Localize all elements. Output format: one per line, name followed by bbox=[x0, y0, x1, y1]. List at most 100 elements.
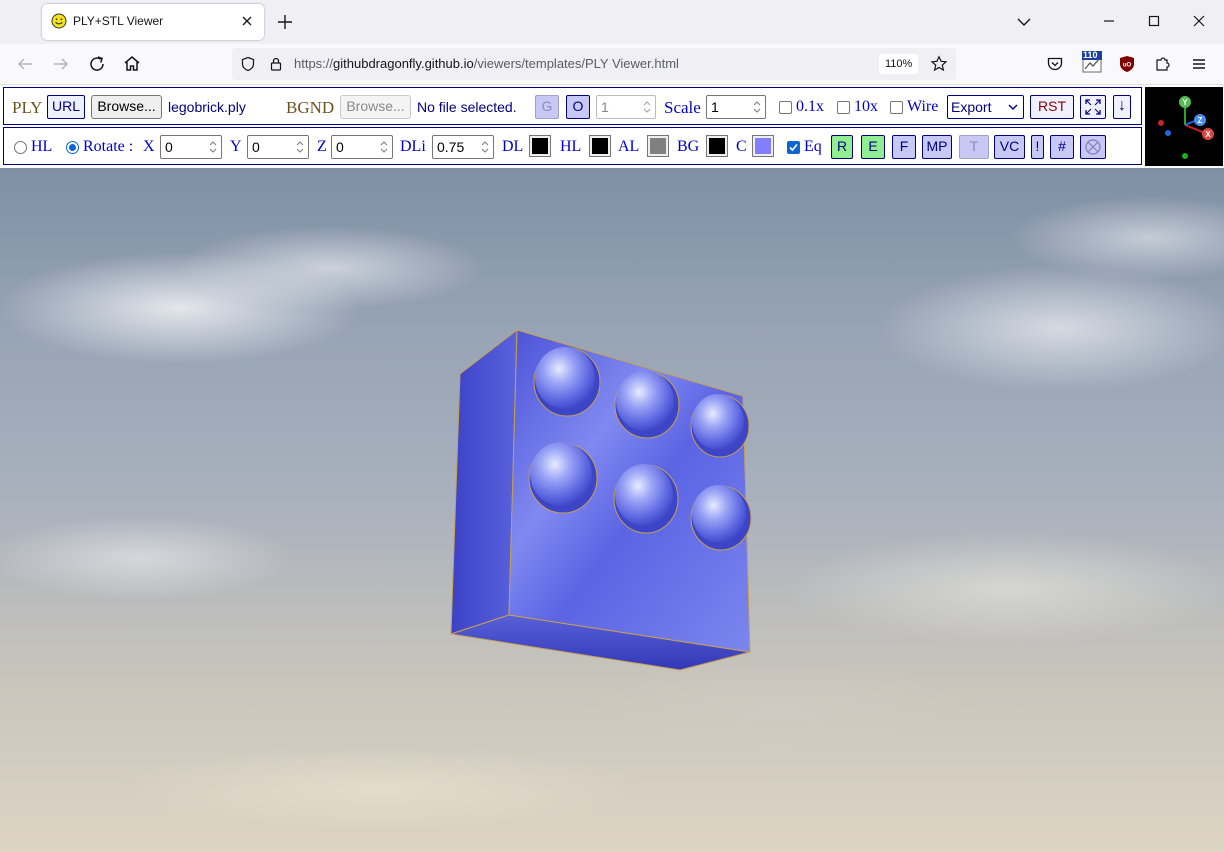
spinner-arrows-icon[interactable] bbox=[480, 139, 490, 155]
bookmark-star-icon[interactable] bbox=[930, 55, 948, 73]
window-close-icon[interactable] bbox=[1190, 12, 1208, 30]
exclamation-button[interactable]: ! bbox=[1031, 135, 1044, 159]
g-button[interactable]: G bbox=[535, 95, 559, 119]
home-icon[interactable] bbox=[120, 52, 144, 76]
spinner-arrows-icon[interactable] bbox=[642, 99, 652, 115]
extension-counter-icon[interactable]: 110 bbox=[1082, 50, 1102, 73]
hl-color-fill bbox=[592, 138, 608, 154]
rotate-y-value: 0 bbox=[252, 139, 260, 155]
model-color-picker[interactable] bbox=[752, 135, 774, 157]
3d-viewport-canvas[interactable] bbox=[0, 168, 1224, 852]
extension-badge-text: 110 bbox=[1083, 50, 1098, 60]
rotate-x-input[interactable]: 0 bbox=[160, 135, 222, 159]
window-minimize-icon[interactable] bbox=[1100, 12, 1118, 30]
lock-icon[interactable] bbox=[268, 56, 284, 72]
rotate-label: Rotate : bbox=[83, 138, 134, 155]
checkmark-icon bbox=[789, 143, 798, 152]
t-button[interactable]: T bbox=[959, 135, 989, 159]
zoom-level-badge[interactable]: 110% bbox=[879, 54, 919, 74]
axis-y-label: Y bbox=[1182, 98, 1188, 107]
cancel-button[interactable] bbox=[1080, 135, 1106, 159]
list-tabs-chevron-icon[interactable] bbox=[1014, 12, 1034, 32]
spinner-arrows-icon[interactable] bbox=[208, 139, 218, 155]
stud-top bbox=[530, 442, 592, 506]
ublock-shield-icon[interactable]: uO bbox=[1118, 55, 1136, 73]
background-browse-button[interactable]: Browse... bbox=[340, 95, 411, 119]
download-button[interactable]: ↓ bbox=[1113, 95, 1131, 119]
stud-top bbox=[535, 347, 595, 409]
fullscreen-button[interactable] bbox=[1080, 95, 1106, 119]
brick-left-face bbox=[450, 328, 518, 635]
index-spinner[interactable]: 1 bbox=[596, 95, 656, 119]
spinner-arrows-icon[interactable] bbox=[379, 139, 389, 155]
axes-gizmo: Y X Z bbox=[1158, 96, 1214, 159]
new-tab-plus-icon[interactable] bbox=[274, 11, 296, 33]
f-button[interactable]: F bbox=[892, 135, 916, 159]
url-host: githubdragonfly.github.io bbox=[333, 56, 474, 71]
export-select[interactable]: Export bbox=[947, 95, 1024, 119]
hl-color-label: HL bbox=[560, 138, 582, 155]
fullscreen-icon bbox=[1085, 99, 1101, 115]
reload-icon[interactable] bbox=[85, 52, 109, 76]
o-button[interactable]: O bbox=[566, 95, 590, 119]
hamburger-menu-icon[interactable] bbox=[1190, 55, 1208, 73]
scale-input[interactable]: 1 bbox=[706, 95, 766, 119]
rotate-radio[interactable] bbox=[66, 141, 79, 154]
scale-label: Scale bbox=[664, 98, 701, 117]
lego-brick-model bbox=[450, 328, 752, 671]
background-file-status: No file selected. bbox=[417, 99, 517, 115]
axis-z-label: Z bbox=[1198, 116, 1203, 125]
rotate-y-input[interactable]: 0 bbox=[247, 135, 309, 159]
vc-button[interactable]: VC bbox=[994, 135, 1025, 159]
spinner-arrows-icon[interactable] bbox=[295, 139, 305, 155]
rotate-x-label: X bbox=[143, 138, 155, 155]
export-selected-value: Export bbox=[951, 99, 992, 115]
scale-0-1x-label: 0.1x bbox=[796, 98, 824, 115]
smiley-favicon-icon bbox=[51, 13, 67, 29]
address-bar[interactable]: https://githubdragonfly.github.io/viewer… bbox=[232, 48, 956, 80]
index-spinner-value: 1 bbox=[601, 99, 609, 115]
stud-top bbox=[615, 464, 673, 526]
tab-title: PLY+STL Viewer bbox=[73, 14, 164, 28]
dl-label: DL bbox=[502, 138, 524, 155]
r-button[interactable]: R bbox=[831, 135, 853, 159]
close-tab-icon[interactable] bbox=[239, 13, 255, 29]
scale-0-1x-checkbox[interactable] bbox=[779, 101, 792, 114]
model-color-fill bbox=[755, 138, 771, 154]
pocket-icon[interactable] bbox=[1046, 55, 1064, 73]
dli-input[interactable]: 0.75 bbox=[432, 135, 494, 159]
forward-arrow-icon[interactable] bbox=[49, 52, 73, 76]
window-maximize-icon[interactable] bbox=[1145, 12, 1163, 30]
viewer-page: PLY URL Browse... legobrick.ply BGND Bro… bbox=[0, 85, 1224, 852]
dl-color-picker[interactable] bbox=[529, 135, 551, 157]
back-arrow-icon[interactable] bbox=[13, 52, 37, 76]
wireframe-checkbox[interactable] bbox=[890, 101, 903, 114]
hash-button[interactable]: # bbox=[1050, 135, 1074, 159]
al-label: AL bbox=[618, 138, 640, 155]
scale-10x-checkbox[interactable] bbox=[837, 101, 850, 114]
circle-x-icon bbox=[1085, 139, 1101, 155]
al-color-picker[interactable] bbox=[647, 135, 669, 157]
reset-button[interactable]: RST bbox=[1030, 95, 1074, 119]
bg-color-picker[interactable] bbox=[706, 135, 728, 157]
url-text[interactable]: https://githubdragonfly.github.io/viewer… bbox=[294, 56, 679, 71]
browser-tab[interactable]: PLY+STL Viewer bbox=[42, 4, 264, 40]
axis-neg-z-dot bbox=[1165, 130, 1171, 136]
rotate-z-value: 0 bbox=[336, 139, 344, 155]
mp-button[interactable]: MP bbox=[922, 135, 952, 159]
model-browse-button[interactable]: Browse... bbox=[91, 95, 162, 119]
eq-checkbox[interactable] bbox=[787, 141, 800, 154]
scale-input-value: 1 bbox=[711, 99, 719, 115]
e-button[interactable]: E bbox=[861, 135, 885, 159]
hl-radio[interactable] bbox=[14, 141, 27, 154]
axis-neg-y-dot bbox=[1182, 153, 1188, 159]
url-button[interactable]: URL bbox=[47, 95, 85, 119]
spinner-arrows-icon[interactable] bbox=[752, 99, 762, 115]
url-path: /viewers/templates/PLY Viewer.html bbox=[473, 56, 679, 71]
bgnd-label: BGND bbox=[286, 98, 335, 117]
rotate-z-input[interactable]: 0 bbox=[331, 135, 393, 159]
hl-color-picker[interactable] bbox=[589, 135, 611, 157]
shield-icon[interactable] bbox=[240, 56, 256, 72]
extensions-puzzle-icon[interactable] bbox=[1154, 55, 1172, 73]
axis-x-label: X bbox=[1205, 130, 1211, 139]
